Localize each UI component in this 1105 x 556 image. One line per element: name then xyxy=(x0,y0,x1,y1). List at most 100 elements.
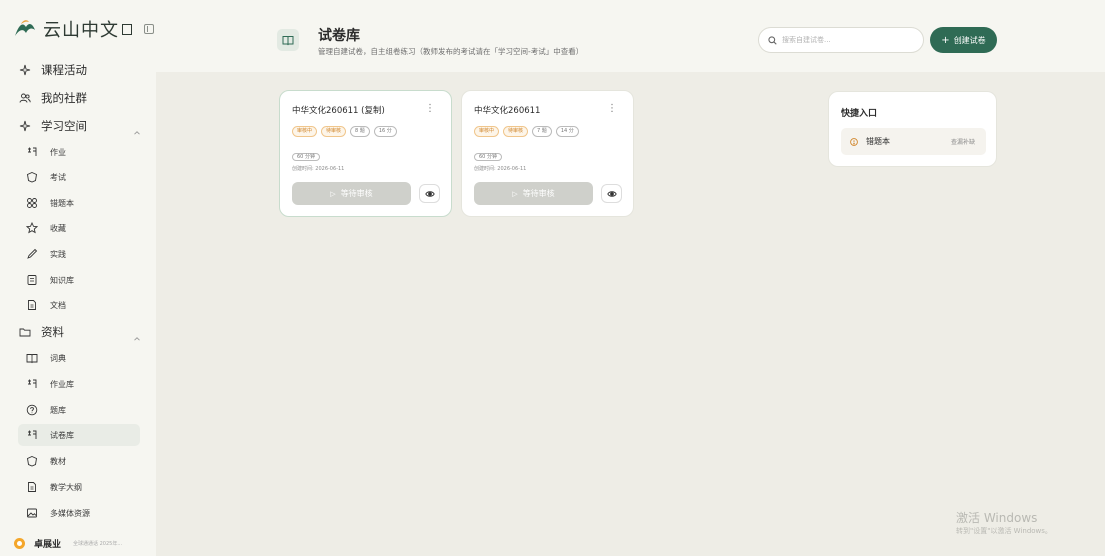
paper-card[interactable]: 中华文化260611 (复制) ⋮ 审核中 待审核 8 题 16 分 60 分钟创建时间: … xyxy=(279,90,452,217)
brand-name-box-icon xyxy=(122,23,132,35)
sidebar-item[interactable]: 词典 xyxy=(0,347,156,369)
sparkle-icon xyxy=(19,64,31,76)
preview-button[interactable] xyxy=(601,184,622,203)
user-bar[interactable]: 卓展业 全球通通话 2025年... xyxy=(0,530,156,556)
chevron-up-icon[interactable] xyxy=(133,328,141,341)
exam-icon xyxy=(26,171,38,183)
status-badge: 审核中 xyxy=(474,126,500,137)
sidebar-item[interactable]: 试卷库 xyxy=(18,424,140,446)
image-icon xyxy=(26,507,38,519)
sidebar-item[interactable]: 我的社群 xyxy=(0,87,156,109)
sidebar-item-label: 收藏 xyxy=(50,223,66,233)
play-icon: ▷ xyxy=(512,189,518,198)
sidebar-item[interactable]: 考试 xyxy=(0,166,156,188)
tag-row: 审核中 待审核 8 题 16 分 xyxy=(292,126,397,137)
card-date: 创建时间: 2026-06-11 xyxy=(292,166,345,172)
search-input[interactable] xyxy=(782,36,922,44)
sidebar-item[interactable]: 作业库 xyxy=(0,373,156,395)
question-icon xyxy=(26,404,38,416)
sidebar-item-label: 实践 xyxy=(50,249,66,259)
sidebar-item-label: 试卷库 xyxy=(50,430,74,440)
open-book-icon xyxy=(26,352,38,364)
sidebar-item-label: 作业库 xyxy=(50,379,74,389)
preview-button[interactable] xyxy=(419,184,440,203)
search-box[interactable] xyxy=(758,27,924,53)
homework-icon xyxy=(26,429,38,441)
homework-icon xyxy=(26,378,38,390)
brand[interactable]: 云山中文 xyxy=(13,16,154,42)
wait-review-button[interactable]: ▷ 等待审核 xyxy=(474,182,593,205)
homework-icon xyxy=(26,146,38,158)
sidebar-item[interactable]: 文档 xyxy=(0,294,156,316)
sidebar-collapse-icon[interactable] xyxy=(144,24,154,34)
sidebar-item[interactable]: 教材 xyxy=(0,450,156,472)
sidebar: 云山中文 课程活动我的社群学习空间作业考试错题本收藏实践知识库文档资料词典作业库… xyxy=(0,0,156,556)
avatar xyxy=(14,537,25,549)
more-icon[interactable]: ⋮ xyxy=(607,103,617,114)
status-badge: 16 分 xyxy=(373,126,397,137)
plus-icon: + xyxy=(941,34,950,46)
sidebar-item-label: 题库 xyxy=(50,405,66,415)
sidebar-item[interactable]: 收藏 xyxy=(0,217,156,239)
sidebar-item[interactable]: 知识库 xyxy=(0,269,156,291)
sidebar-item-label: 教学大纲 xyxy=(50,482,82,492)
quick-access-panel: 快捷入口 错题本 查漏补缺 xyxy=(828,91,997,167)
document-icon xyxy=(26,299,38,311)
activation-watermark-note: 转到"设置"以激活 Windows。 xyxy=(956,527,1052,535)
wait-review-button[interactable]: ▷ 等待审核 xyxy=(292,182,411,205)
more-icon[interactable]: ⋮ xyxy=(425,103,435,114)
status-badge: 14 分 xyxy=(555,126,579,137)
sidebar-item-label: 课程活动 xyxy=(41,63,87,77)
quick-access-title: 快捷入口 xyxy=(841,109,878,119)
create-paper-button[interactable]: + 创建试卷 xyxy=(930,27,997,53)
brand-name: 云山中文 xyxy=(43,20,119,41)
card-title: 中华文化260611 xyxy=(474,106,541,116)
card-date: 创建时间: 2026-06-11 xyxy=(474,166,527,172)
alert-circle-icon xyxy=(850,137,858,146)
duration-badge: 60 分钟 xyxy=(292,153,320,161)
sidebar-item[interactable]: 学习空间 xyxy=(0,115,156,137)
sidebar-item[interactable]: 资料 xyxy=(0,321,156,343)
quick-item-label: 错题本 xyxy=(866,137,890,146)
page-header: 试卷库 管理自建试卷，自主组卷练习（教师发布的考试请在「学习空间-考试」中查看）… xyxy=(156,0,1105,72)
sparkle-icon xyxy=(19,120,31,132)
tag-row: 60 分钟 xyxy=(474,143,502,162)
wait-review-label: 等待审核 xyxy=(340,189,373,198)
tag-row: 60 分钟 xyxy=(292,143,320,162)
sidebar-item-label: 知识库 xyxy=(50,275,74,285)
create-paper-label: 创建试卷 xyxy=(953,35,986,45)
sidebar-item-label: 资料 xyxy=(41,325,64,339)
search-icon xyxy=(768,35,777,45)
sidebar-item[interactable]: 实践 xyxy=(0,243,156,265)
users-icon xyxy=(19,92,31,104)
exam-icon xyxy=(26,455,38,467)
sidebar-item[interactable]: 题库 xyxy=(0,399,156,421)
eye-icon xyxy=(424,190,435,197)
quick-item-wrong-book[interactable]: 错题本 查漏补缺 xyxy=(841,128,986,155)
page-title: 试卷库 xyxy=(318,28,360,44)
chevron-up-icon[interactable] xyxy=(133,122,141,135)
sidebar-item[interactable]: 课程活动 xyxy=(0,59,156,81)
pen-icon xyxy=(26,248,38,260)
tag-row: 审核中 待审核 7 题 14 分 xyxy=(474,126,579,137)
status-badge: 待审核 xyxy=(321,126,347,137)
book-icon xyxy=(26,274,38,286)
wait-review-label: 等待审核 xyxy=(522,189,555,198)
user-note: 全球通通话 2025年... xyxy=(73,540,123,547)
paper-card[interactable]: 中华文化260611 ⋮ 审核中 待审核 7 题 14 分 60 分钟创建时间: 2026-… xyxy=(461,90,634,217)
sidebar-item[interactable]: 教学大纲 xyxy=(0,476,156,498)
sidebar-item[interactable]: 多媒体资源 xyxy=(0,502,156,524)
sidebar-item-label: 词典 xyxy=(50,353,66,363)
folder-icon xyxy=(19,326,31,338)
activation-watermark-title: 激活 Windows xyxy=(956,511,1038,525)
sidebar-item-label: 教材 xyxy=(50,456,66,466)
status-badge: 7 题 xyxy=(532,126,552,137)
quick-item-link[interactable]: 查漏补缺 xyxy=(951,137,975,146)
duration-badge: 60 分钟 xyxy=(474,153,502,161)
sidebar-item-label: 错题本 xyxy=(50,198,74,208)
sidebar-item[interactable]: 作业 xyxy=(0,141,156,163)
sidebar-item-label: 作业 xyxy=(50,147,66,157)
sidebar-item[interactable]: 错题本 xyxy=(0,192,156,214)
sidebar-item-label: 文档 xyxy=(50,300,66,310)
card-title: 中华文化260611 (复制) xyxy=(292,106,385,116)
